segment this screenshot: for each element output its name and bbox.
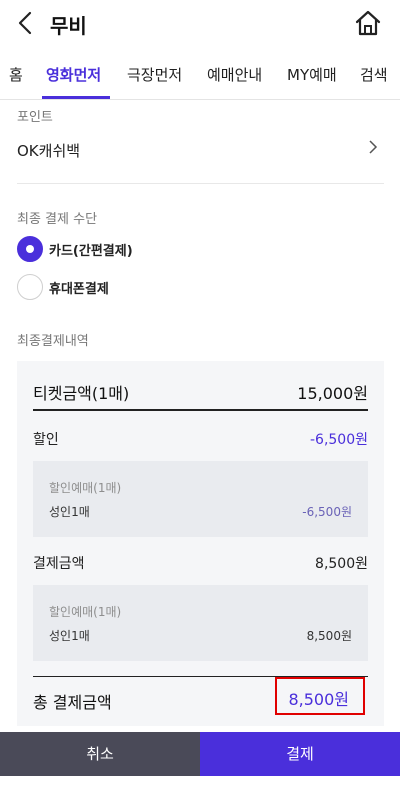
okcashbag-row[interactable]: OK캐쉬백 bbox=[17, 140, 384, 164]
tab-bar: 홈 영화먼저 극장먼저 예매안내 MY예매 검색 bbox=[0, 52, 400, 100]
tab-booking-guide[interactable]: 예매안내 bbox=[207, 64, 262, 85]
chevron-right-icon bbox=[369, 140, 378, 154]
payment-detail-value: 8,500원 bbox=[306, 629, 352, 643]
radio-phone-label: 휴대폰결제 bbox=[49, 282, 109, 297]
tab-search[interactable]: 검색 bbox=[360, 64, 388, 85]
chevron-left-icon[interactable] bbox=[14, 10, 38, 36]
payment-detail-name: 성인1매 bbox=[49, 629, 90, 643]
payment-detail-title: 할인예매(1매) bbox=[49, 605, 122, 619]
tab-movie-first[interactable]: 영화먼저 bbox=[46, 64, 101, 85]
radio-button-checked[interactable] bbox=[17, 236, 43, 262]
okcashbag-label: OK캐쉬백 bbox=[17, 142, 81, 160]
tab-theater-first[interactable]: 극장먼저 bbox=[127, 64, 182, 85]
radio-button-unchecked[interactable] bbox=[17, 274, 43, 300]
tab-my-booking[interactable]: MY예매 bbox=[287, 64, 337, 85]
discount-label: 할인 bbox=[33, 432, 59, 448]
total-value: 8,500원 bbox=[288, 690, 349, 709]
summary-section-label: 최종결제내역 bbox=[17, 334, 89, 349]
total-highlight-box: 8,500원 bbox=[275, 677, 365, 715]
discount-value: -6,500원 bbox=[309, 432, 368, 448]
discount-detail-name: 성인1매 bbox=[49, 505, 90, 519]
bottom-action-bar: 취소 결제 bbox=[0, 732, 400, 776]
page-title: 무비 bbox=[50, 14, 87, 38]
discount-detail-box: 할인예매(1매) 성인1매 -6,500원 bbox=[33, 461, 368, 537]
radio-phone[interactable]: 휴대폰결제 bbox=[17, 274, 317, 300]
pay-button[interactable]: 결제 bbox=[200, 732, 400, 776]
home-icon[interactable] bbox=[354, 9, 382, 37]
ticket-amount-value: 15,000원 bbox=[297, 384, 368, 403]
payment-amount-label: 결제금액 bbox=[33, 556, 85, 572]
payment-method-label: 최종 결제 수단 bbox=[17, 212, 98, 227]
discount-detail-title: 할인예매(1매) bbox=[49, 481, 122, 495]
payment-detail-box: 할인예매(1매) 성인1매 8,500원 bbox=[33, 585, 368, 661]
tab-home[interactable]: 홈 bbox=[9, 64, 23, 85]
point-section-label: 포인트 bbox=[17, 110, 53, 125]
app-header: 무비 bbox=[0, 0, 400, 48]
divider bbox=[17, 183, 384, 184]
cancel-button[interactable]: 취소 bbox=[0, 732, 200, 776]
summary-divider bbox=[33, 409, 368, 411]
payment-summary: 티켓금액(1매) 15,000원 할인 -6,500원 할인예매(1매) 성인1… bbox=[17, 361, 384, 726]
total-label: 총 결제금액 bbox=[33, 693, 112, 712]
active-tab-indicator bbox=[42, 96, 110, 99]
ticket-amount-label: 티켓금액(1매) bbox=[33, 384, 130, 403]
radio-card[interactable]: 카드(간편결제) bbox=[17, 236, 317, 262]
radio-card-label: 카드(간편결제) bbox=[49, 244, 133, 259]
discount-detail-value: -6,500원 bbox=[302, 505, 352, 519]
payment-amount-value: 8,500원 bbox=[315, 556, 368, 572]
